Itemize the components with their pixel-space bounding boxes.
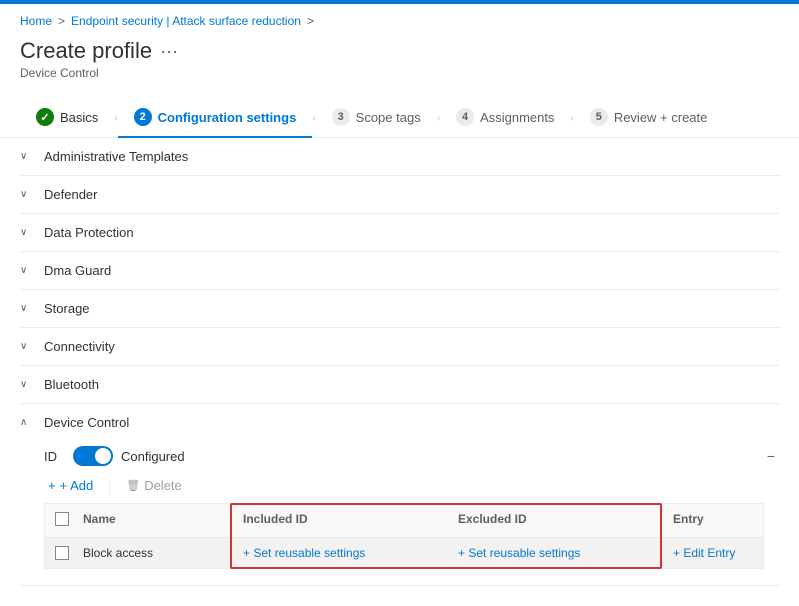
- breadcrumb-section[interactable]: Endpoint security | Attack surface reduc…: [71, 14, 301, 28]
- breadcrumb: Home > Endpoint security | Attack surfac…: [0, 4, 799, 34]
- configured-label: Configured: [121, 449, 185, 464]
- toggle-knob: [95, 448, 111, 464]
- tab-scope-circle: 3: [332, 108, 350, 126]
- header-checkbox[interactable]: [55, 512, 69, 526]
- section-connectivity[interactable]: ∨ Connectivity: [20, 328, 779, 366]
- tab-review[interactable]: 5 Review + create: [574, 100, 724, 138]
- configured-toggle[interactable]: [73, 446, 113, 466]
- section-defender[interactable]: ∨ Defender: [20, 176, 779, 214]
- tab-config-circle: 2: [134, 108, 152, 126]
- row-included-id-cell: + Set reusable settings: [233, 538, 448, 568]
- row-entry-cell: + Edit Entry: [663, 538, 763, 568]
- section-device-control: ∧ Device Control ID Configured − +: [20, 404, 779, 586]
- row-excluded-id-cell: + Set reusable settings: [448, 538, 663, 568]
- chevron-bluetooth: ∨: [20, 379, 40, 390]
- section-device-control-header[interactable]: ∧ Device Control: [20, 404, 779, 438]
- breadcrumb-home[interactable]: Home: [20, 14, 52, 28]
- tab-scope[interactable]: 3 Scope tags: [316, 100, 437, 138]
- chevron-connectivity: ∨: [20, 341, 40, 352]
- section-data-protection[interactable]: ∨ Data Protection: [20, 214, 779, 252]
- device-control-body: ID Configured − + + Add 🗑: [20, 438, 779, 585]
- id-label: ID: [44, 449, 57, 464]
- breadcrumb-sep2: >: [307, 14, 314, 28]
- chevron-data-protection: ∨: [20, 227, 40, 238]
- plus-icon: +: [48, 478, 56, 493]
- delete-label: Delete: [144, 478, 182, 493]
- tab-assignments-label: Assignments: [480, 110, 554, 125]
- toggle-container: Configured: [73, 446, 185, 466]
- section-dma-guard[interactable]: ∨ Dma Guard: [20, 252, 779, 290]
- id-row: ID Configured −: [44, 446, 779, 466]
- section-bluetooth-label: Bluetooth: [44, 377, 99, 392]
- toolbar-separator: [109, 478, 110, 494]
- row-name: Block access: [83, 546, 153, 560]
- add-label: + Add: [60, 478, 94, 493]
- row-checkbox-cell: [45, 538, 73, 568]
- page-header: Create profile ··· Device Control: [0, 34, 799, 92]
- tab-basics[interactable]: ✓ Basics: [20, 100, 114, 138]
- tab-config[interactable]: 2 Configuration settings: [118, 100, 313, 138]
- tab-basics-circle: ✓: [36, 108, 54, 126]
- set-reusable-excluded-button[interactable]: + Set reusable settings: [458, 546, 580, 560]
- table-container: Name Included ID Excluded ID Entry Block…: [44, 503, 764, 569]
- page-subtitle: Device Control: [20, 66, 779, 80]
- col-header-checkbox: [45, 504, 73, 537]
- toolbar: + + Add 🗑 Delete: [44, 476, 779, 495]
- table-row: Block access + Set reusable settings + S…: [45, 538, 763, 568]
- section-device-control-label: Device Control: [44, 415, 129, 430]
- data-table: Name Included ID Excluded ID Entry Block…: [44, 503, 764, 569]
- tab-review-circle: 5: [590, 108, 608, 126]
- page-options-button[interactable]: ···: [160, 41, 178, 62]
- section-defender-label: Defender: [44, 187, 97, 202]
- section-storage-label: Storage: [44, 301, 90, 316]
- section-dma-guard-label: Dma Guard: [44, 263, 111, 278]
- breadcrumb-sep1: >: [58, 14, 65, 28]
- chevron-defender: ∨: [20, 189, 40, 200]
- delete-button[interactable]: 🗑 Delete: [122, 476, 186, 495]
- chevron-admin-templates: ∨: [20, 151, 40, 162]
- trash-icon: 🗑: [126, 479, 140, 492]
- section-storage[interactable]: ∨ Storage: [20, 290, 779, 328]
- section-bluetooth[interactable]: ∨ Bluetooth: [20, 366, 779, 404]
- tab-basics-label: Basics: [60, 110, 98, 125]
- chevron-storage: ∨: [20, 303, 40, 314]
- tab-config-label: Configuration settings: [158, 110, 297, 125]
- set-reusable-included-button[interactable]: + Set reusable settings: [243, 546, 365, 560]
- row-name-cell: Block access: [73, 538, 233, 568]
- section-admin-templates-label: Administrative Templates: [44, 149, 188, 164]
- section-data-protection-label: Data Protection: [44, 225, 134, 240]
- wizard-tabs: ✓ Basics › 2 Configuration settings › 3 …: [0, 92, 799, 138]
- section-connectivity-label: Connectivity: [44, 339, 115, 354]
- chevron-device-control: ∧: [20, 417, 40, 428]
- tab-assignments[interactable]: 4 Assignments: [440, 100, 570, 138]
- edit-entry-button[interactable]: + Edit Entry: [673, 546, 735, 560]
- chevron-dma-guard: ∨: [20, 265, 40, 276]
- add-button[interactable]: + + Add: [44, 476, 97, 495]
- col-header-excluded-id: Excluded ID: [448, 504, 663, 537]
- page-title: Create profile: [20, 38, 152, 64]
- collapse-button[interactable]: −: [763, 446, 779, 466]
- col-header-included-id: Included ID: [233, 504, 448, 537]
- tab-assignments-circle: 4: [456, 108, 474, 126]
- content-area: ∨ Administrative Templates ∨ Defender ∨ …: [0, 138, 799, 586]
- tab-scope-label: Scope tags: [356, 110, 421, 125]
- col-header-entry: Entry: [663, 504, 763, 537]
- col-header-name: Name: [73, 504, 233, 537]
- table-header: Name Included ID Excluded ID Entry: [45, 504, 763, 538]
- row-checkbox[interactable]: [55, 546, 69, 560]
- tab-review-label: Review + create: [614, 110, 708, 125]
- section-admin-templates[interactable]: ∨ Administrative Templates: [20, 138, 779, 176]
